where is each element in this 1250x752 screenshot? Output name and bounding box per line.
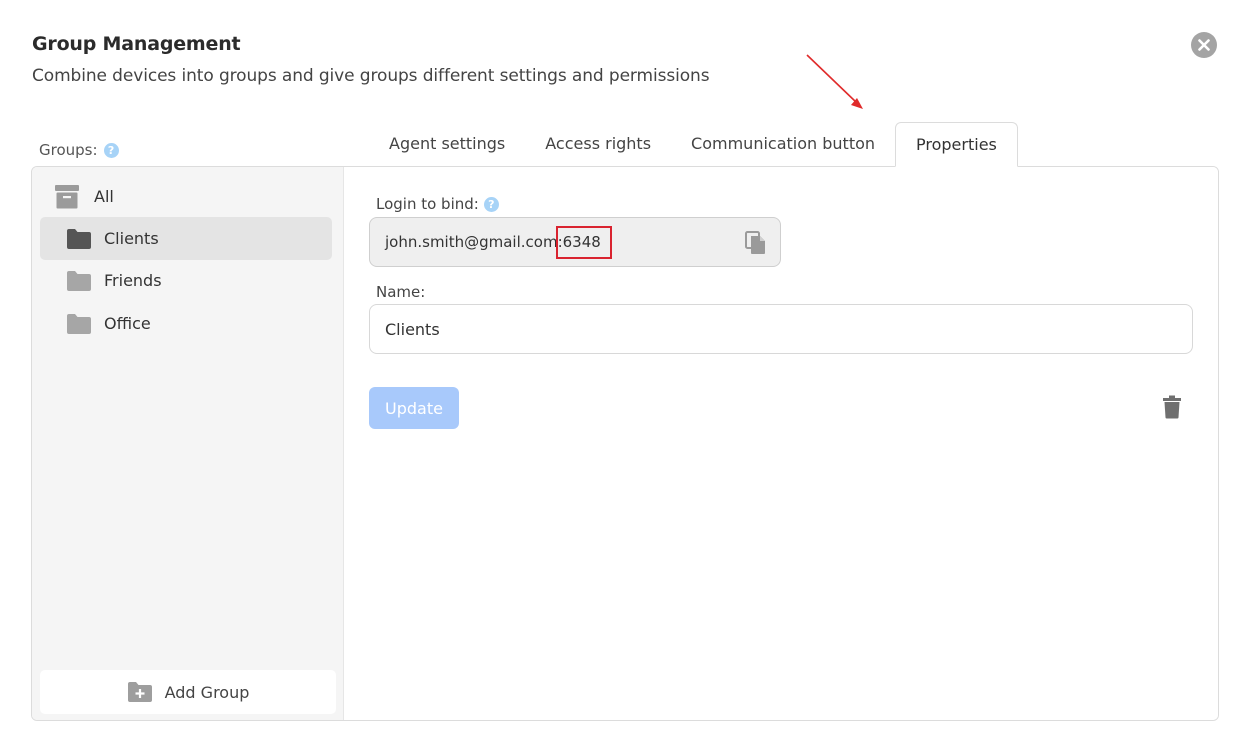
close-icon [1198,39,1210,51]
group-item-label: Friends [104,271,162,290]
group-item-office[interactable]: Office [40,302,332,345]
tab-access-rights[interactable]: Access rights [525,122,671,167]
group-item-label: Clients [104,229,159,248]
help-icon[interactable]: ? [103,142,119,158]
group-item-friends[interactable]: Friends [40,259,332,302]
folder-icon [67,313,91,334]
dialog-title: Group Management [32,33,241,55]
archive-icon [55,184,79,208]
name-label-text: Name: [376,283,426,301]
group-item-all[interactable]: All [40,175,332,218]
add-group-label: Add Group [164,682,250,702]
folder-icon [67,270,91,291]
dialog-subtitle: Combine devices into groups and give gro… [32,66,710,86]
name-input[interactable] [369,304,1193,354]
trash-icon[interactable] [1162,395,1182,419]
groups-sidebar: All Clients Friends Office Add Group [32,167,344,720]
login-label: Login to bind: ? [376,195,499,213]
login-field[interactable]: john.smith@gmail.com:6348 [369,217,781,267]
help-icon[interactable]: ? [483,196,499,212]
folder-icon [67,228,91,249]
group-item-clients[interactable]: Clients [40,217,332,260]
properties-panel: Login to bind: ? john.smith@gmail.com:63… [344,167,1218,720]
group-item-label: All [94,187,114,206]
folder-add-icon [127,682,152,702]
groups-label: Groups: ? [39,141,119,159]
tab-bar: Agent settings Access rights Communicati… [369,122,1018,167]
groups-label-text: Groups: [39,141,98,159]
close-button[interactable] [1191,32,1217,58]
annotation-highlight [556,226,612,259]
copy-icon[interactable] [745,231,767,255]
login-label-text: Login to bind: [376,195,479,213]
name-label: Name: [376,283,425,301]
main-panel: All Clients Friends Office Add Group Log… [31,166,1219,721]
add-group-button[interactable]: Add Group [40,670,336,714]
annotation-arrow-icon [806,54,863,109]
tab-agent-settings[interactable]: Agent settings [369,122,525,167]
update-button[interactable]: Update [369,387,459,429]
group-item-label: Office [104,314,151,333]
tab-properties[interactable]: Properties [895,122,1018,167]
tab-communication-button[interactable]: Communication button [671,122,895,167]
